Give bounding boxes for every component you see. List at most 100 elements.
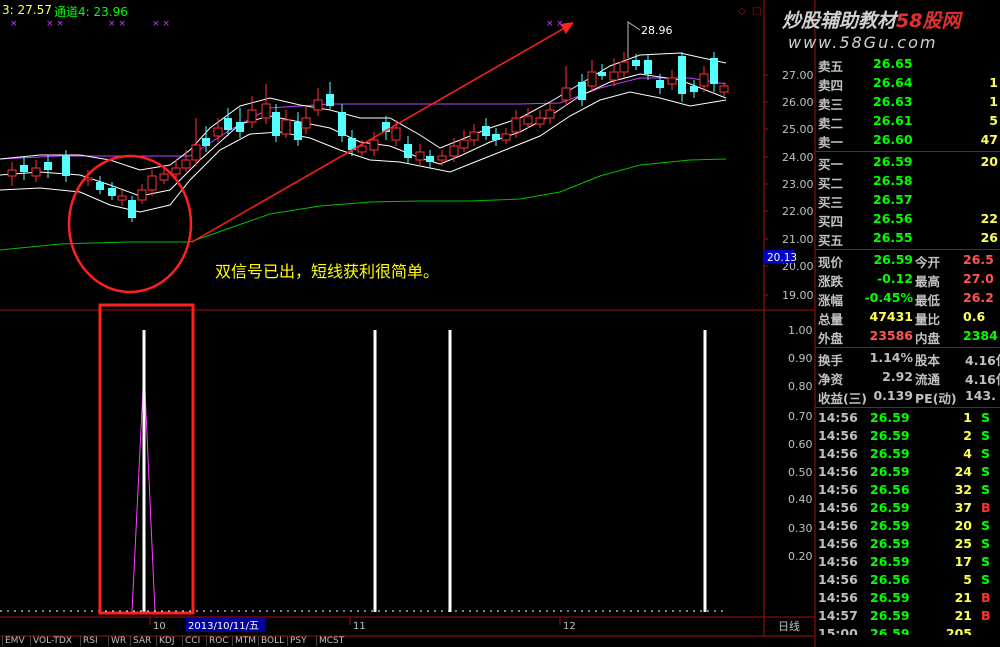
quote-label: 内盘 <box>915 331 941 346</box>
candle-body <box>656 80 664 88</box>
quote-label: 最低 <box>915 293 941 308</box>
fundamental-value: 143. <box>965 388 996 403</box>
quote-value: 27.0 <box>963 271 994 286</box>
indicator-tab-bar[interactable]: EMV VOL-TDX RSI WR SAR KDJ CCI ROC MTM BOLL PSY MCS… <box>0 636 765 647</box>
indicator-tick-label: 0.20 <box>788 550 813 563</box>
period-label: 日线 <box>778 619 800 633</box>
panel-divider <box>815 151 1000 152</box>
tab-mcst[interactable]: MCST <box>316 636 344 646</box>
tick-volume: 25 <box>954 536 972 551</box>
tick-volume: 24 <box>954 464 972 479</box>
candle-body <box>301 117 311 129</box>
close-icon[interactable]: □ <box>752 6 761 17</box>
tick-price: 26.59 <box>870 464 910 479</box>
signal-markers: × × × × × × × × × <box>10 19 564 29</box>
panel-row: 卖一 26.60 47 <box>815 131 1000 150</box>
restore-icon[interactable]: ◇ <box>738 6 746 17</box>
panel-row: 买四 26.56 22 <box>815 210 1000 229</box>
tick-time: 15:00 <box>818 626 858 635</box>
quote-value: 47431 <box>869 309 914 324</box>
bid-price: 26.58 <box>873 173 913 188</box>
candle-body <box>147 175 157 191</box>
tick-volume: 21 <box>954 608 972 623</box>
tab-cci[interactable]: CCI <box>182 636 200 646</box>
panel-row: 收益(三) 0.139 PE(动) 143. <box>815 387 1000 406</box>
fundamental-label: 股本 <box>915 353 941 368</box>
price-tick-label: 26.00 <box>782 96 814 109</box>
window-controls[interactable]: ◇ □ <box>738 6 761 17</box>
tick-volume: 205 <box>945 626 972 635</box>
candle-body <box>326 94 334 106</box>
candle-body <box>561 87 571 101</box>
annotation-text: 双信号已出，短线获利很简单。 <box>215 262 439 281</box>
panel-row: 净资 2.92流通 4.16亿 <box>815 368 1000 387</box>
tick-price: 26.59 <box>870 590 910 605</box>
fundamental-label: 净资 <box>818 372 844 387</box>
tab-kdj[interactable]: KDJ <box>156 636 175 646</box>
candle-body <box>609 71 619 81</box>
candle-body <box>719 85 729 93</box>
peak-marker <box>627 21 641 58</box>
bid-volume: 20 <box>980 154 998 169</box>
tab-emv[interactable]: EMV <box>2 636 25 646</box>
candle-body <box>181 159 191 169</box>
tab-rsi[interactable]: RSI <box>80 636 98 646</box>
svg-text:× ×: × × <box>152 19 170 29</box>
svg-text:×: × <box>10 19 18 29</box>
quote-value: 26.5 <box>963 252 994 267</box>
panel-row: 14:56 26.59 2 S <box>815 427 1000 445</box>
bid-volume: 26 <box>980 230 998 245</box>
candle-body <box>587 71 597 87</box>
tick-side: S <box>981 428 991 443</box>
candle-body <box>523 115 533 125</box>
svg-text:×: × <box>546 19 554 29</box>
tick-side: S <box>981 464 991 479</box>
date-label-11: 11 <box>353 621 366 632</box>
candle-body <box>501 133 511 141</box>
price-tick-label: 25.00 <box>782 123 814 136</box>
tick-side: S <box>981 572 991 587</box>
price-tick-label: 22.00 <box>782 205 814 218</box>
candle-body <box>338 112 346 136</box>
tab-mtm[interactable]: MTM <box>232 636 256 646</box>
fundamental-value: 4.16亿 <box>965 372 1000 387</box>
bid-label: 买三 <box>818 195 844 210</box>
header-indicator-a: 3: 27.57 <box>2 3 52 17</box>
tick-time: 14:56 <box>818 464 858 479</box>
tick-volume: 5 <box>963 572 972 587</box>
tab-psy[interactable]: PSY <box>287 636 307 646</box>
bid-price: 26.59 <box>873 154 913 169</box>
candle-body <box>272 112 280 136</box>
watermark-title-text: 炒股辅助教材 <box>782 10 897 32</box>
watermark-title: 炒股辅助教材58股网 <box>782 6 960 33</box>
price-tick-label: 24.00 <box>782 151 814 164</box>
quote-value: -0.12 <box>876 271 913 286</box>
tick-price: 26.59 <box>870 608 910 623</box>
header-left-value: 3: 27.57 <box>2 3 52 17</box>
tick-side: S <box>981 554 991 569</box>
quote-label: 今开 <box>915 255 941 270</box>
tab-sar[interactable]: SAR <box>130 636 151 646</box>
tick-time: 14:56 <box>818 410 858 425</box>
tab-vol-tdx[interactable]: VOL-TDX <box>30 636 72 646</box>
tab-roc[interactable]: ROC <box>206 636 229 646</box>
panel-row: 14:56 26.56 32 S <box>815 481 1000 499</box>
ask-price: 26.64 <box>873 75 913 90</box>
candle-body <box>449 145 459 157</box>
candle-body <box>391 127 401 141</box>
candle-body <box>224 118 232 130</box>
tick-price: 26.59 <box>870 410 910 425</box>
ask-label: 卖三 <box>818 97 844 112</box>
tick-side: B <box>981 608 991 623</box>
fundamental-value: 1.14% <box>869 350 913 365</box>
panel-divider <box>815 347 1000 348</box>
tab-boll[interactable]: BOLL <box>258 636 284 646</box>
candle-body <box>117 195 127 201</box>
panel-row: 涨幅 -0.45% 最低 26.2 <box>815 289 1000 308</box>
candle-body <box>213 127 223 137</box>
candle-body <box>44 162 52 170</box>
ask-label: 卖二 <box>818 116 844 131</box>
tab-wr[interactable]: WR <box>108 636 126 646</box>
panel-row: 买三 26.57 <box>815 191 1000 210</box>
panel-row: 涨跌 -0.12 最高 27.0 <box>815 270 1000 289</box>
